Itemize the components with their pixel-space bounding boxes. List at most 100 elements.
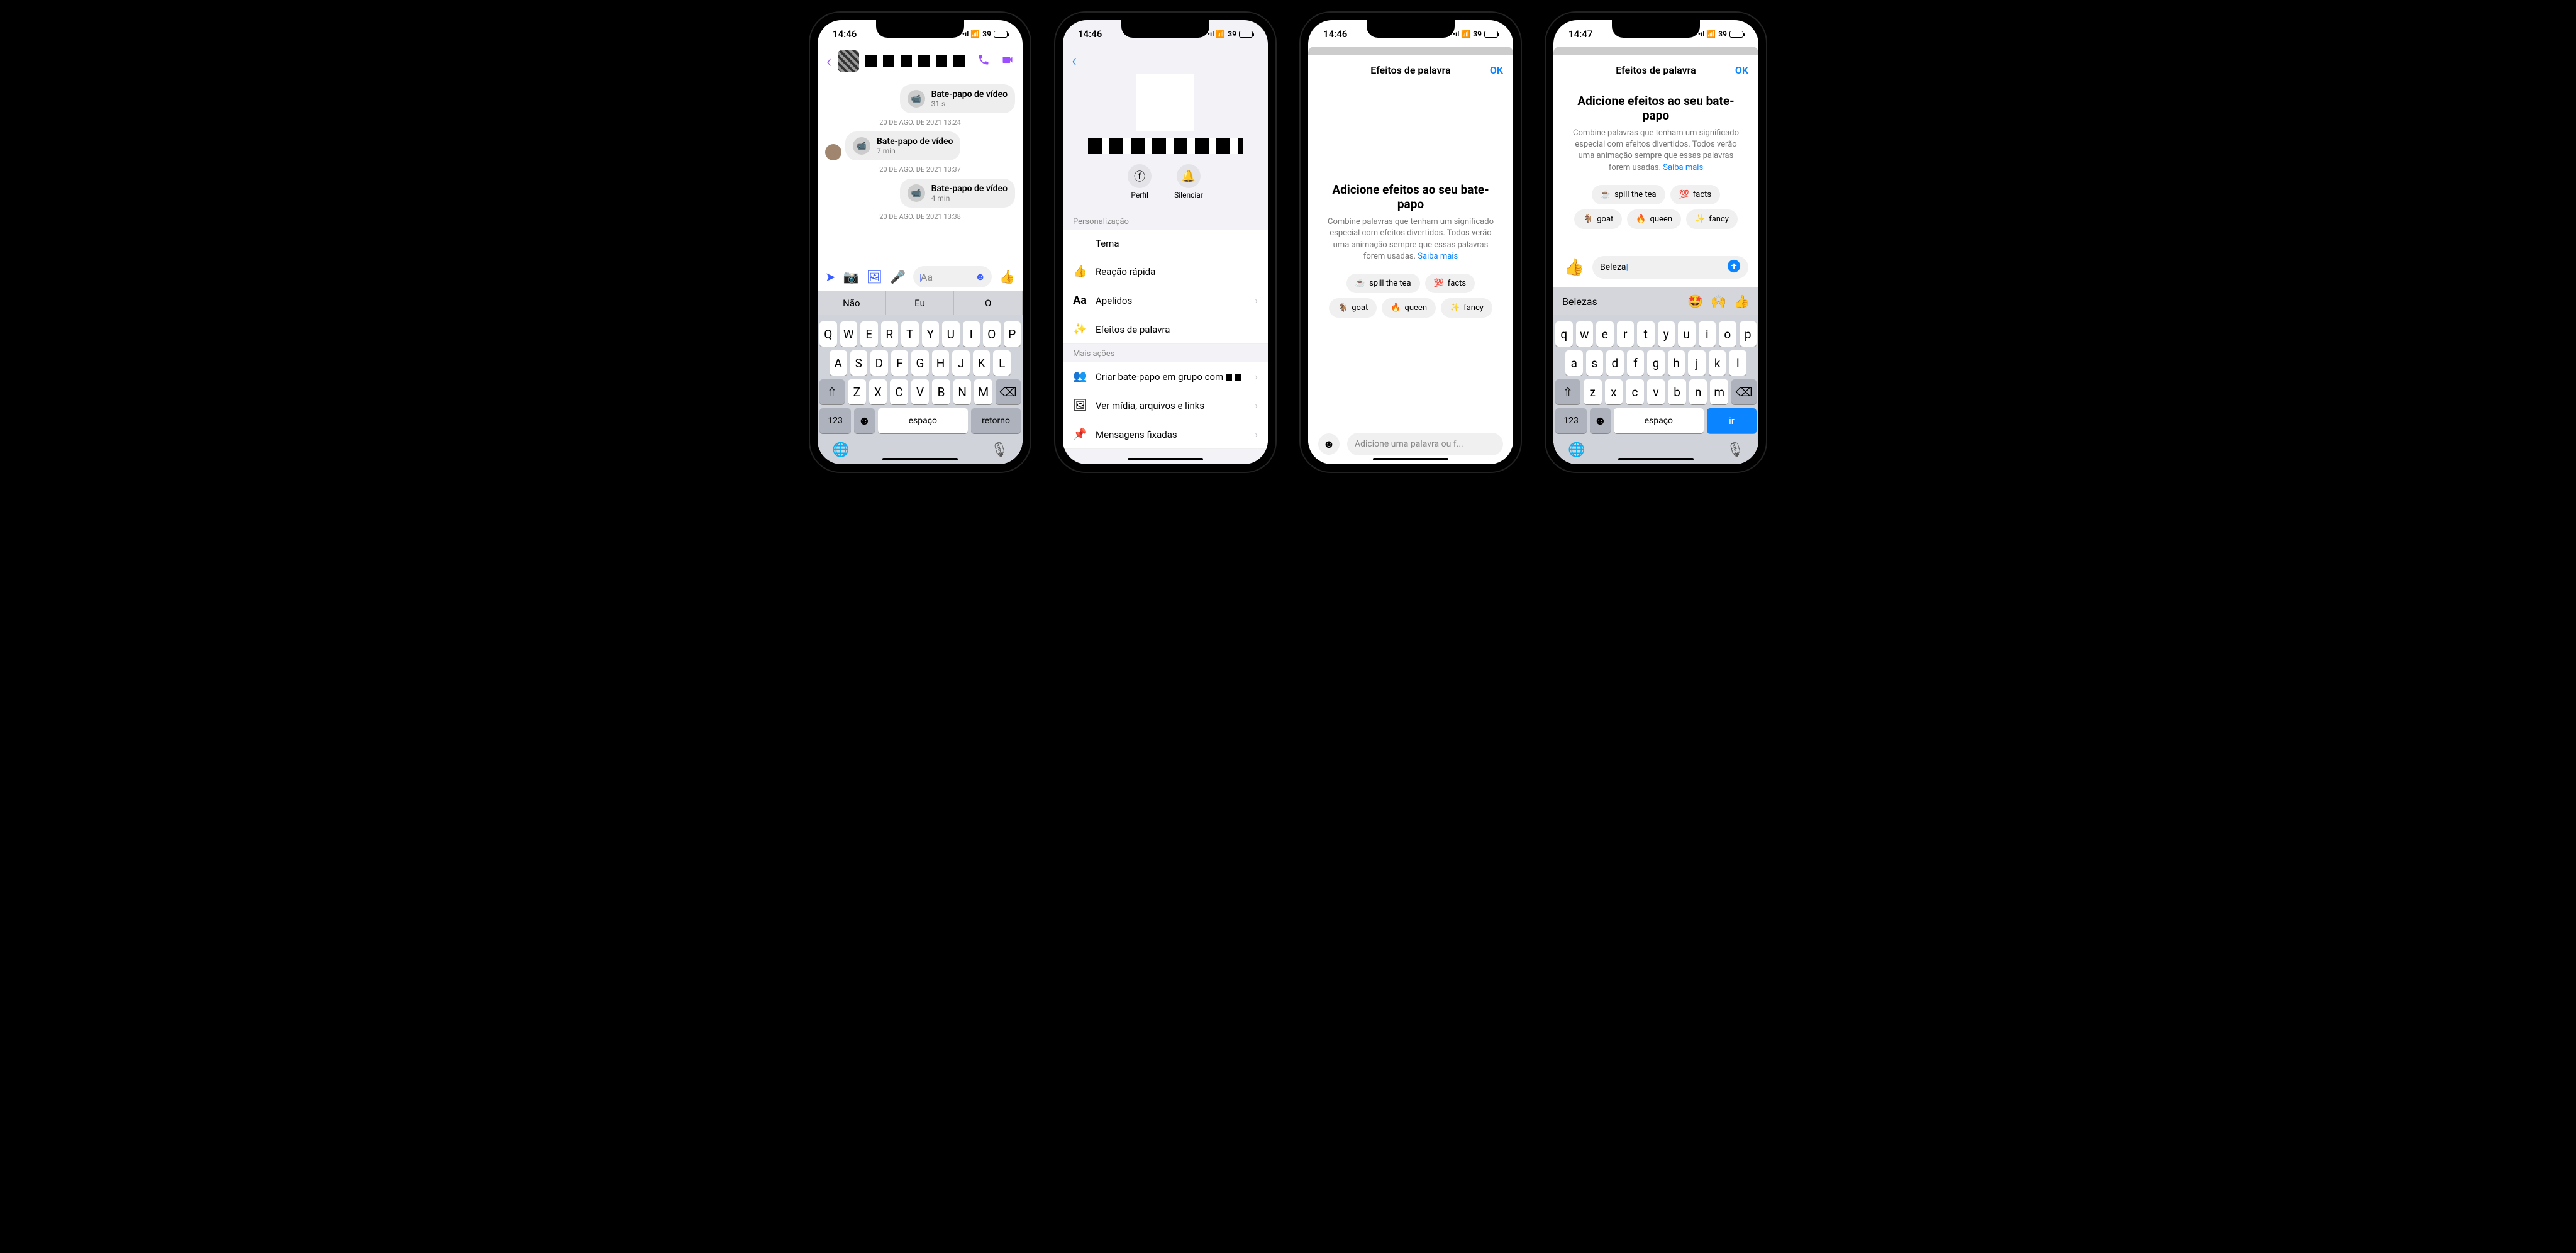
key[interactable]: l: [1729, 350, 1746, 376]
effect-pill[interactable]: 🔥queen: [1382, 298, 1436, 318]
key[interactable]: T: [901, 321, 919, 347]
video-call-icon[interactable]: [1001, 53, 1014, 69]
send-location-icon[interactable]: ➤: [825, 269, 836, 284]
key[interactable]: j: [1688, 350, 1706, 376]
shift-key[interactable]: ⇧: [1555, 379, 1580, 404]
home-indicator[interactable]: [1618, 458, 1694, 460]
key[interactable]: x: [1605, 379, 1623, 404]
dictation-icon[interactable]: 🎙: [1726, 442, 1744, 458]
key[interactable]: E: [860, 321, 878, 347]
backspace-key[interactable]: ⌫: [996, 379, 1021, 404]
suggestion[interactable]: Eu: [886, 291, 955, 315]
back-button[interactable]: ‹: [1072, 50, 1077, 71]
mode-key[interactable]: 123: [1555, 408, 1587, 433]
effect-pill[interactable]: 💯facts: [1670, 185, 1721, 204]
key[interactable]: L: [993, 350, 1011, 376]
selected-emoji-button[interactable]: 👍: [1563, 257, 1585, 278]
microphone-icon[interactable]: 🎤: [890, 269, 906, 284]
emoji-picker-button[interactable]: ☻: [1318, 433, 1340, 455]
key[interactable]: W: [840, 321, 858, 347]
key[interactable]: X: [869, 379, 887, 404]
create-group-item[interactable]: 👥Criar bate-papo em grupo com ›: [1063, 362, 1268, 391]
key[interactable]: w: [1576, 321, 1594, 347]
word-input[interactable]: Adicione uma palavra ou f...: [1347, 433, 1503, 455]
key[interactable]: V: [911, 379, 930, 404]
emoji-key[interactable]: ☻: [854, 408, 874, 433]
key[interactable]: t: [1637, 321, 1655, 347]
effect-pill[interactable]: 🔥queen: [1627, 209, 1681, 229]
key[interactable]: H: [932, 350, 950, 376]
key[interactable]: P: [1004, 321, 1021, 347]
quick-reaction-item[interactable]: 👍Reação rápida: [1063, 257, 1268, 286]
suggestion[interactable]: Não: [818, 291, 886, 315]
emoji-suggestion[interactable]: 🙌: [1711, 294, 1726, 309]
key[interactable]: c: [1626, 379, 1644, 404]
key[interactable]: y: [1658, 321, 1675, 347]
go-key[interactable]: ir: [1707, 408, 1757, 433]
key[interactable]: q: [1555, 321, 1573, 347]
like-button[interactable]: 👍: [999, 269, 1015, 284]
video-chat-message[interactable]: 📹 Bate-papo de vídeo7 min: [845, 131, 960, 160]
effect-pill[interactable]: ☕spill the tea: [1592, 185, 1665, 204]
suggestion[interactable]: Belezas: [1562, 296, 1597, 308]
back-button[interactable]: ‹: [826, 51, 831, 72]
home-indicator[interactable]: [1128, 458, 1203, 460]
audio-call-icon[interactable]: [977, 53, 990, 69]
learn-more-link[interactable]: Saiba mais: [1663, 163, 1703, 172]
key[interactable]: D: [870, 350, 888, 376]
key[interactable]: i: [1699, 321, 1716, 347]
globe-icon[interactable]: 🌐: [832, 442, 849, 458]
mode-key[interactable]: 123: [819, 408, 851, 433]
profile-button[interactable]: ⓕPerfil: [1128, 164, 1152, 199]
profile-picture[interactable]: [1136, 74, 1194, 131]
ok-button[interactable]: OK: [1735, 64, 1748, 76]
key[interactable]: N: [953, 379, 972, 404]
video-chat-message[interactable]: 📹 Bate-papo de vídeo4 min: [900, 179, 1015, 208]
key[interactable]: C: [890, 379, 908, 404]
effect-pill[interactable]: 💯facts: [1425, 274, 1475, 293]
word-effects-item[interactable]: ✨Efeitos de palavra: [1063, 315, 1268, 344]
key[interactable]: Q: [819, 321, 837, 347]
emoji-suggestion[interactable]: 🤩: [1687, 294, 1703, 309]
key[interactable]: A: [830, 350, 847, 376]
key[interactable]: R: [881, 321, 899, 347]
key[interactable]: F: [891, 350, 909, 376]
key[interactable]: G: [911, 350, 929, 376]
learn-more-link[interactable]: Saiba mais: [1418, 252, 1458, 261]
space-key[interactable]: espaço: [878, 408, 969, 433]
home-indicator[interactable]: [1373, 458, 1448, 460]
shift-key[interactable]: ⇧: [819, 379, 845, 404]
emoji-suggestion[interactable]: 👍: [1734, 294, 1750, 309]
key[interactable]: e: [1596, 321, 1614, 347]
contact-name[interactable]: [865, 55, 971, 67]
theme-item[interactable]: Tema: [1063, 230, 1268, 257]
contact-avatar[interactable]: [838, 50, 859, 72]
key[interactable]: s: [1586, 350, 1604, 376]
key[interactable]: d: [1606, 350, 1624, 376]
key[interactable]: S: [850, 350, 868, 376]
nicknames-item[interactable]: AaApelidos›: [1063, 286, 1268, 315]
key[interactable]: M: [974, 379, 992, 404]
word-input[interactable]: Beleza|: [1592, 256, 1748, 279]
key[interactable]: O: [983, 321, 1001, 347]
key[interactable]: u: [1678, 321, 1696, 347]
key[interactable]: I: [963, 321, 980, 347]
send-icon[interactable]: [1727, 259, 1741, 276]
suggestion[interactable]: O: [954, 291, 1023, 315]
key[interactable]: k: [1709, 350, 1726, 376]
key[interactable]: v: [1647, 379, 1665, 404]
key[interactable]: Y: [922, 321, 940, 347]
effect-pill[interactable]: ☕spill the tea: [1346, 274, 1420, 293]
key[interactable]: U: [942, 321, 960, 347]
gallery-icon[interactable]: 🖼: [867, 269, 882, 284]
camera-icon[interactable]: 📷: [843, 269, 859, 284]
key[interactable]: J: [952, 350, 970, 376]
message-input[interactable]: |Aa ☻: [913, 266, 992, 287]
key[interactable]: h: [1668, 350, 1685, 376]
key[interactable]: a: [1565, 350, 1583, 376]
key[interactable]: m: [1710, 379, 1728, 404]
key[interactable]: Z: [848, 379, 866, 404]
emoji-key[interactable]: ☻: [1590, 408, 1610, 433]
ok-button[interactable]: OK: [1490, 64, 1503, 76]
dictation-icon[interactable]: 🎙: [991, 442, 1008, 458]
